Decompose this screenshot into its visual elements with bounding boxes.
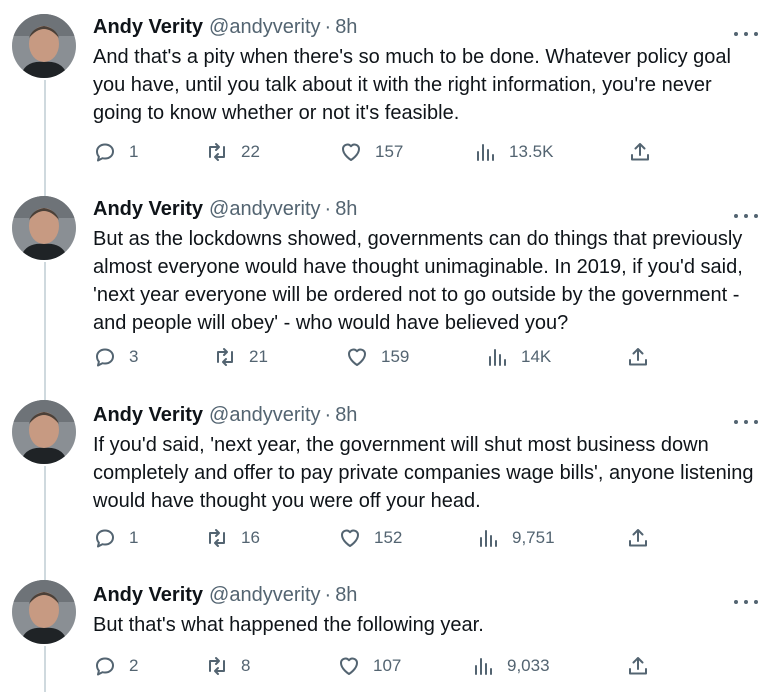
views-button[interactable]: 9,033 bbox=[471, 652, 550, 680]
thread-connector bbox=[44, 80, 46, 196]
retweet-button[interactable]: 22 bbox=[205, 138, 260, 166]
views-button[interactable]: 13.5K bbox=[473, 138, 553, 166]
retweet-button[interactable]: 16 bbox=[205, 524, 260, 552]
like-count: 159 bbox=[381, 347, 410, 366]
views-button[interactable]: 9,751 bbox=[476, 524, 555, 552]
timestamp[interactable]: 8h bbox=[335, 403, 357, 427]
views-icon bbox=[477, 144, 494, 161]
author-handle[interactable]: @andyverity bbox=[209, 15, 320, 39]
views-icon bbox=[489, 349, 506, 366]
heart-icon bbox=[348, 348, 366, 366]
views-icon bbox=[475, 658, 492, 675]
share-icon bbox=[629, 529, 647, 547]
separator: · bbox=[324, 584, 332, 606]
share-button[interactable] bbox=[626, 524, 650, 552]
like-count: 107 bbox=[373, 656, 402, 675]
like-count: 157 bbox=[375, 142, 404, 161]
reply-button[interactable]: 2 bbox=[93, 652, 138, 680]
author-handle[interactable]: @andyverity bbox=[209, 197, 320, 221]
avatar[interactable] bbox=[12, 400, 76, 464]
reply-icon bbox=[96, 143, 114, 162]
share-icon bbox=[629, 657, 647, 675]
avatar[interactable] bbox=[12, 580, 76, 644]
retweet-icon bbox=[209, 143, 225, 161]
timestamp[interactable]: 8h bbox=[335, 583, 357, 607]
heart-icon bbox=[340, 657, 358, 675]
reply-button[interactable]: 1 bbox=[93, 524, 138, 552]
retweet-count: 21 bbox=[249, 347, 268, 366]
share-button[interactable] bbox=[626, 343, 650, 371]
timestamp[interactable]: 8h bbox=[335, 15, 357, 39]
like-button[interactable]: 107 bbox=[337, 652, 401, 680]
reply-icon bbox=[96, 529, 114, 548]
retweet-button[interactable]: 8 bbox=[205, 652, 250, 680]
like-button[interactable]: 152 bbox=[338, 524, 402, 552]
share-icon bbox=[629, 348, 647, 366]
reply-count: 3 bbox=[129, 347, 139, 366]
like-button[interactable]: 157 bbox=[339, 138, 403, 166]
retweet-button[interactable]: 21 bbox=[213, 343, 268, 371]
reply-count: 1 bbox=[129, 142, 139, 161]
retweet-count: 8 bbox=[241, 656, 251, 675]
separator: · bbox=[324, 198, 332, 220]
timestamp[interactable]: 8h bbox=[335, 197, 357, 221]
author-handle[interactable]: @andyverity bbox=[209, 403, 320, 427]
more-icon[interactable] bbox=[734, 208, 758, 224]
thread-connector bbox=[44, 646, 46, 692]
tweet-text: And that's a pity when there's so much t… bbox=[93, 46, 731, 124]
heart-icon bbox=[342, 143, 360, 161]
more-icon[interactable] bbox=[734, 594, 758, 610]
reply-icon bbox=[96, 657, 114, 676]
more-icon[interactable] bbox=[734, 414, 758, 430]
author-handle[interactable]: @andyverity bbox=[209, 583, 320, 607]
like-button[interactable]: 159 bbox=[345, 343, 409, 371]
view-count: 13.5K bbox=[509, 142, 554, 161]
share-button[interactable] bbox=[628, 138, 652, 166]
more-icon[interactable] bbox=[734, 26, 758, 42]
separator: · bbox=[324, 404, 332, 426]
tweet-text: But as the lockdowns showed, governments… bbox=[93, 228, 743, 334]
views-icon bbox=[480, 530, 497, 547]
thread-connector bbox=[44, 466, 46, 580]
retweet-count: 22 bbox=[241, 142, 260, 161]
reply-count: 2 bbox=[129, 656, 139, 675]
separator: · bbox=[324, 16, 332, 38]
view-count: 14K bbox=[521, 347, 552, 366]
view-count: 9,751 bbox=[512, 528, 555, 547]
like-count: 152 bbox=[374, 528, 403, 547]
retweet-icon bbox=[217, 348, 233, 366]
share-button[interactable] bbox=[626, 652, 650, 680]
author-name[interactable]: Andy Verity bbox=[93, 403, 203, 427]
author-name[interactable]: Andy Verity bbox=[93, 197, 203, 221]
thread-connector bbox=[44, 262, 46, 400]
retweet-icon bbox=[209, 657, 225, 675]
views-button[interactable]: 14K bbox=[485, 343, 551, 371]
share-icon bbox=[631, 143, 649, 161]
tweet-text: But that's what happened the following y… bbox=[93, 614, 484, 636]
heart-icon bbox=[341, 529, 359, 547]
retweet-icon bbox=[209, 529, 225, 547]
avatar[interactable] bbox=[12, 196, 76, 260]
retweet-count: 16 bbox=[241, 528, 260, 547]
reply-button[interactable]: 3 bbox=[93, 343, 138, 371]
author-name[interactable]: Andy Verity bbox=[93, 15, 203, 39]
reply-count: 1 bbox=[129, 528, 139, 547]
reply-button[interactable]: 1 bbox=[93, 138, 138, 166]
avatar[interactable] bbox=[12, 14, 76, 78]
author-name[interactable]: Andy Verity bbox=[93, 583, 203, 607]
view-count: 9,033 bbox=[507, 656, 550, 675]
tweet-text: If you'd said, 'next year, the governmen… bbox=[93, 434, 754, 512]
reply-icon bbox=[96, 348, 114, 367]
